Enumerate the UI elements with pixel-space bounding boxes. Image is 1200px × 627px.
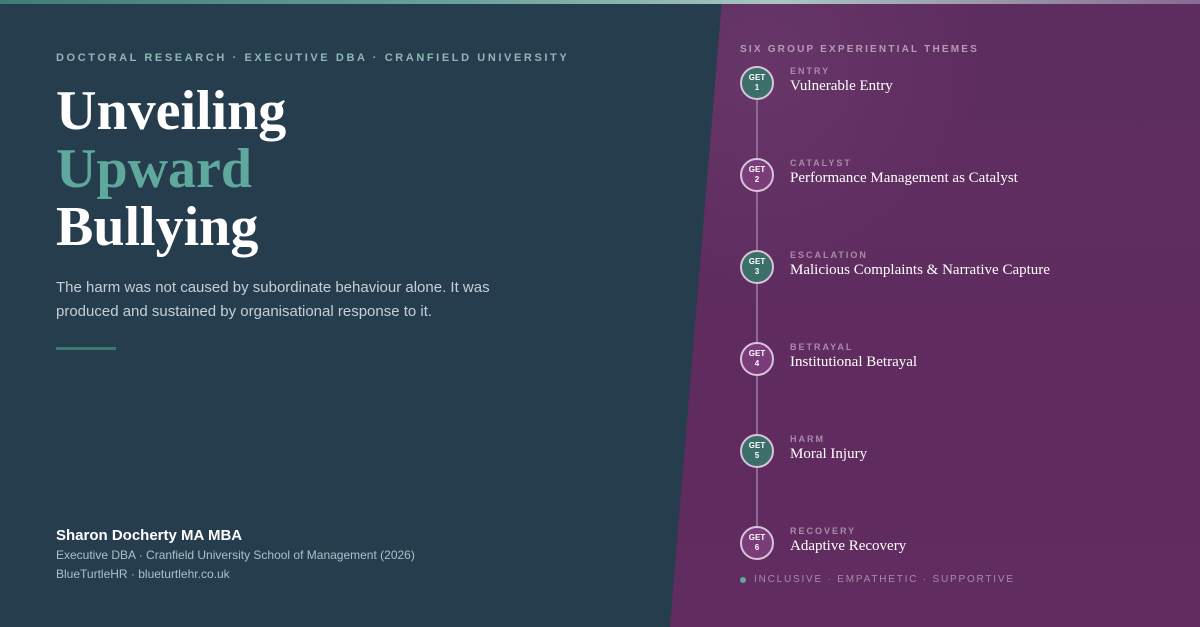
themes-heading: SIX GROUP EXPERIENTIAL THEMES [740,44,980,55]
title-divider [56,347,116,350]
theme-badge: GET 5 [740,434,774,468]
theme-label: BETRAYAL [790,342,854,352]
badge-prefix: GET [748,349,766,358]
author-website: BlueTurtleHR · blueturtlehr.co.uk [56,567,230,581]
theme-item-3: GET 3 ESCALATION Malicious Complaints & … [740,250,1170,290]
badge-prefix: GET [748,73,766,82]
badge-prefix: GET [748,533,766,542]
theme-label: ENTRY [790,66,831,76]
theme-badge: GET 1 [740,66,774,100]
tagline-text: INCLUSIVE · EMPATHETIC · SUPPORTIVE [754,574,1015,585]
badge-prefix: GET [748,441,766,450]
page-title: Unveiling Upward Bullying [56,82,286,256]
badge-prefix: GET [748,257,766,266]
subtitle: The harm was not caused by subordinate b… [56,279,490,320]
theme-title: Institutional Betrayal [790,354,918,370]
theme-title: Vulnerable Entry [790,78,893,94]
badge-prefix: GET [748,165,766,174]
badge-number: 6 [754,543,760,552]
theme-title: Adaptive Recovery [790,538,907,554]
title-line-1: Unveiling [56,80,287,142]
tagline: INCLUSIVE · EMPATHETIC · SUPPORTIVE [740,574,1015,585]
author-name: Sharon Docherty MA MBA [56,527,243,544]
theme-item-4: GET 4 BETRAYAL Institutional Betrayal [740,342,1170,382]
top-accent-bar [0,0,1200,4]
theme-item-2: GET 2 CATALYST Performance Management as… [740,158,1170,198]
author-affiliation: Executive DBA · Cranfield University Sch… [56,548,415,562]
theme-title: Moral Injury [790,446,868,462]
theme-item-1: GET 1 ENTRY Vulnerable Entry [740,66,1170,106]
theme-label: RECOVERY [790,526,857,536]
title-line-2: Upward [56,138,253,200]
badge-number: 2 [754,175,760,184]
title-line-3: Bullying [56,196,259,258]
theme-label: HARM [790,434,825,444]
theme-title: Performance Management as Catalyst [790,170,1018,186]
badge-number: 5 [754,451,760,460]
theme-badge: GET 2 [740,158,774,192]
bullet-dot-icon [740,576,746,583]
theme-title: Malicious Complaints & Narrative Capture [790,262,1050,278]
theme-badge: GET 6 [740,526,774,560]
eyebrow-text: DOCTORAL RESEARCH · EXECUTIVE DBA · CRAN… [56,52,570,64]
theme-label: CATALYST [790,158,852,168]
theme-label: ESCALATION [790,250,868,260]
badge-number: 3 [754,267,760,276]
badge-number: 1 [754,83,760,92]
theme-badge: GET 4 [740,342,774,376]
theme-item-6: GET 6 RECOVERY Adaptive Recovery [740,526,1170,566]
theme-item-5: GET 5 HARM Moral Injury [740,434,1170,474]
badge-number: 4 [754,359,760,368]
theme-badge: GET 3 [740,250,774,284]
